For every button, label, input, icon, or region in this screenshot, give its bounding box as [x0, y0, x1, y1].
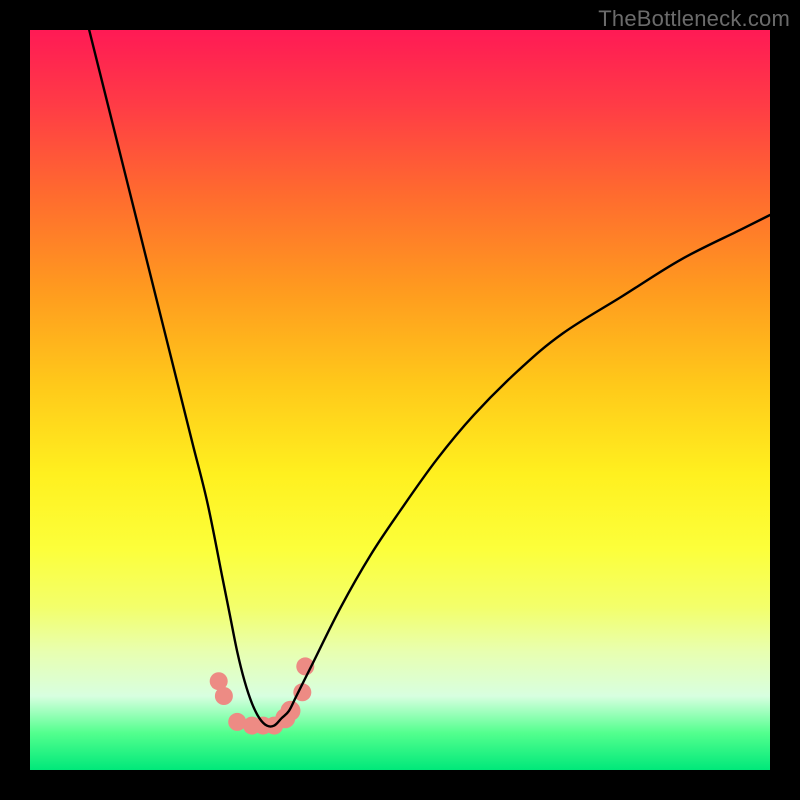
scatter-dot: [215, 687, 233, 705]
watermark-text: TheBottleneck.com: [598, 6, 790, 32]
bottleneck-curve: [89, 30, 770, 727]
plot-area: [30, 30, 770, 770]
outer-frame: TheBottleneck.com: [0, 0, 800, 800]
chart-svg: [30, 30, 770, 770]
